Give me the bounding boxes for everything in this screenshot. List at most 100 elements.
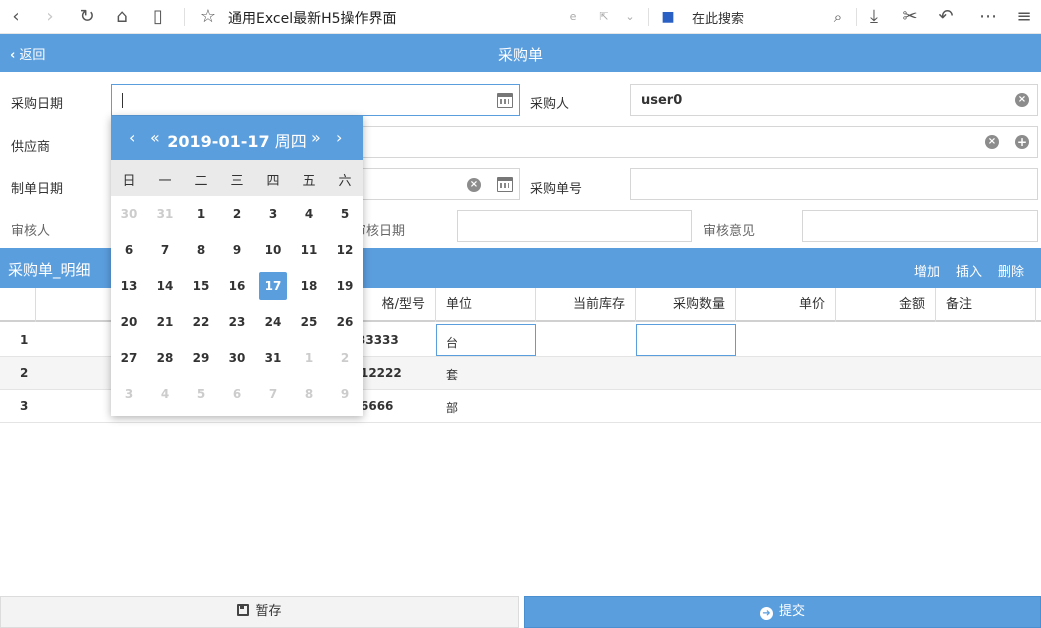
calendar-day[interactable]: 27 <box>115 344 143 372</box>
calendar-day[interactable]: 7 <box>259 380 287 408</box>
model-cell[interactable]: 6666 <box>360 399 393 413</box>
calendar-day[interactable]: 25 <box>295 308 323 336</box>
column-header[interactable]: 单价 <box>736 288 836 322</box>
review-date-input[interactable] <box>457 210 692 242</box>
scissors-icon[interactable]: ✂ <box>898 5 922 29</box>
calendar-day[interactable]: 13 <box>115 272 143 300</box>
search-input[interactable]: 在此搜索 <box>692 8 744 27</box>
paw-icon[interactable]: ■ <box>656 5 680 29</box>
calendar-day[interactable]: 20 <box>115 308 143 336</box>
review-opinion-input[interactable] <box>802 210 1038 242</box>
calendar-day[interactable]: 31 <box>259 344 287 372</box>
calendar-day[interactable]: 19 <box>331 272 359 300</box>
unit-cell[interactable]: 套 <box>446 366 458 383</box>
calendar-day[interactable]: 30 <box>115 200 143 228</box>
ie-icon[interactable]: e <box>561 5 585 29</box>
date-picker-title[interactable]: 2019-01-17 周四 <box>111 128 363 152</box>
dropdown-icon[interactable]: ⌄ <box>618 5 642 29</box>
quantity-cell-editor[interactable] <box>636 324 736 356</box>
calendar-day[interactable]: 30 <box>223 344 251 372</box>
purchaser-input[interactable]: user0 × <box>630 84 1038 116</box>
calendar-day[interactable]: 16 <box>223 272 251 300</box>
calendar-day[interactable]: 5 <box>331 200 359 228</box>
insert-row-button[interactable]: 插入 <box>956 261 982 280</box>
unit-cell-editor[interactable]: 台 <box>436 324 536 356</box>
reload-icon[interactable]: ↻ <box>75 5 99 29</box>
clear-icon[interactable]: × <box>467 178 481 192</box>
home-icon[interactable]: ⌂ <box>110 5 134 29</box>
download-icon[interactable]: ⤓ <box>862 5 886 29</box>
order-no-input[interactable] <box>630 168 1038 200</box>
calendar-day[interactable]: 4 <box>295 200 323 228</box>
weekday-row: 日 一 二 三 四 五 六 <box>111 160 363 196</box>
next-month-button[interactable]: › <box>336 128 342 147</box>
column-header[interactable]: 当前库存 <box>536 288 636 322</box>
calendar-day[interactable]: 15 <box>187 272 215 300</box>
calendar-icon[interactable] <box>497 93 513 108</box>
unit-cell[interactable]: 部 <box>446 399 458 416</box>
calendar-day[interactable]: 8 <box>187 236 215 264</box>
search-icon[interactable]: ⌕ <box>826 5 850 29</box>
calendar-day[interactable]: 3 <box>259 200 287 228</box>
calendar-day[interactable]: 6 <box>115 236 143 264</box>
purchase-date-label: 采购日期 <box>11 97 64 112</box>
browser-toolbar: ‹ › ↻ ⌂ ▯ ☆ 通用Excel最新H5操作界面 e ⇱ ⌄ ■ 在此搜索… <box>0 0 1041 34</box>
submit-label: 提交 <box>778 604 805 619</box>
address-bar[interactable]: 通用Excel最新H5操作界面 <box>228 8 397 28</box>
calendar-day[interactable]: 24 <box>259 308 287 336</box>
column-header[interactable]: 单位 <box>436 288 536 322</box>
detail-title: 采购单_明细 <box>8 261 91 279</box>
calendar-day[interactable]: 2 <box>331 344 359 372</box>
delete-row-button[interactable]: 删除 <box>998 261 1024 280</box>
calendar-day[interactable]: 22 <box>187 308 215 336</box>
calendar-day[interactable]: 12 <box>331 236 359 264</box>
calendar-day[interactable]: 21 <box>151 308 179 336</box>
calendar-day[interactable]: 4 <box>151 380 179 408</box>
menu-icon[interactable]: ≡ <box>1012 5 1036 29</box>
back-icon[interactable]: ‹ <box>4 5 28 29</box>
calendar-day[interactable]: 2 <box>223 200 251 228</box>
calendar-day[interactable]: 9 <box>223 236 251 264</box>
column-header[interactable]: 备注 <box>936 288 1036 322</box>
purchaser-label: 采购人 <box>530 97 570 112</box>
reader-icon[interactable]: ▯ <box>146 5 170 29</box>
calendar-day[interactable]: 1 <box>295 344 323 372</box>
model-cell[interactable]: 33333 <box>357 333 399 347</box>
calendar-day[interactable]: 6 <box>223 380 251 408</box>
calendar-day[interactable]: 18 <box>295 272 323 300</box>
calendar-day[interactable]: 26 <box>331 308 359 336</box>
calendar-day[interactable]: 10 <box>259 236 287 264</box>
date-picker: ‹ « 2019-01-17 周四 » › 日 一 二 三 四 五 六 30 31… <box>111 116 363 416</box>
calendar-day[interactable]: 1 <box>187 200 215 228</box>
calendar-day[interactable]: 28 <box>151 344 179 372</box>
column-header[interactable]: 采购数量 <box>636 288 736 322</box>
calendar-day[interactable]: 31 <box>151 200 179 228</box>
share-icon[interactable]: ⇱ <box>592 5 616 29</box>
calendar-day[interactable]: 11 <box>295 236 323 264</box>
undo-icon[interactable]: ↶ <box>934 5 958 29</box>
more-icon[interactable]: ⋯ <box>976 5 1000 29</box>
calendar-day[interactable]: 29 <box>187 344 215 372</box>
clear-icon[interactable]: × <box>985 135 999 149</box>
column-header[interactable]: 金额 <box>836 288 936 322</box>
calendar-day[interactable]: 17 <box>259 272 287 300</box>
purchase-date-input[interactable] <box>111 84 520 116</box>
calendar-day[interactable]: 8 <box>295 380 323 408</box>
add-row-button[interactable]: 增加 <box>914 261 940 280</box>
calendar-day[interactable]: 5 <box>187 380 215 408</box>
forward-icon[interactable]: › <box>38 5 62 29</box>
next-year-button[interactable]: » <box>311 128 321 147</box>
calendar-day[interactable]: 23 <box>223 308 251 336</box>
calendar-day[interactable]: 7 <box>151 236 179 264</box>
calendar-icon[interactable] <box>497 177 513 192</box>
row-number: 3 <box>20 399 29 413</box>
add-icon[interactable]: + <box>1015 135 1029 149</box>
star-icon[interactable]: ☆ <box>196 5 220 29</box>
calendar-day[interactable]: 3 <box>115 380 143 408</box>
clear-icon[interactable]: × <box>1015 93 1029 107</box>
calendar-day[interactable]: 9 <box>331 380 359 408</box>
toolbar-divider <box>856 8 857 26</box>
submit-button[interactable]: ➜ 提交 <box>524 596 1041 628</box>
calendar-day[interactable]: 14 <box>151 272 179 300</box>
save-draft-button[interactable]: 暂存 <box>0 596 519 628</box>
